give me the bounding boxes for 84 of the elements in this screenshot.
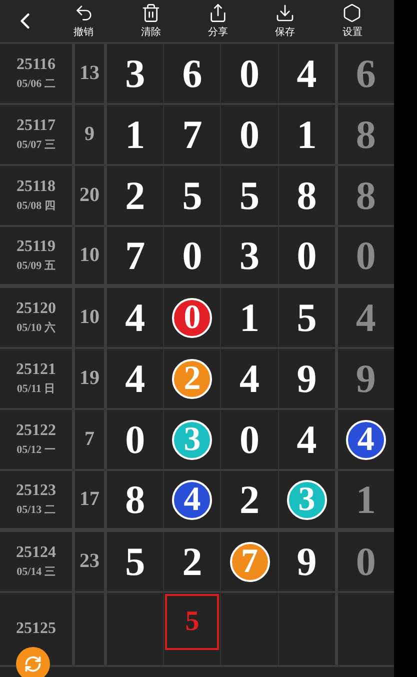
digit-ball: 4 xyxy=(346,420,386,460)
draw-date: 05/08 四 xyxy=(16,199,56,213)
issue-number: 25117 xyxy=(16,117,56,135)
digit: 0 xyxy=(240,111,260,158)
digit: 4 xyxy=(125,355,146,402)
digit: 2 xyxy=(182,538,202,585)
issue-number: 25120 xyxy=(16,300,56,318)
trash-icon xyxy=(140,3,161,23)
issue-number: 25119 xyxy=(16,238,56,256)
issue-number: 25122 xyxy=(16,422,56,440)
issue-number: 25123 xyxy=(16,482,56,500)
digit: 4 xyxy=(356,294,376,341)
sum-value: 9 xyxy=(84,123,94,146)
digit: 2 xyxy=(240,476,260,523)
issue-number: 25124 xyxy=(16,544,56,562)
digit: 0 xyxy=(356,538,376,585)
sum-value: 19 xyxy=(80,367,100,390)
draw-date: 05/13 二 xyxy=(16,503,56,517)
digit: 6 xyxy=(356,50,376,97)
digit: 4 xyxy=(296,416,317,463)
sum-value: 20 xyxy=(80,184,100,207)
digit: 0 xyxy=(182,232,202,279)
issue-number: 25121 xyxy=(16,361,56,379)
digit: 0 xyxy=(356,232,376,279)
digit: 5 xyxy=(125,538,146,585)
digit: 0 xyxy=(240,50,260,97)
share-button[interactable]: 分享 xyxy=(184,0,252,43)
issue-number: 25125 xyxy=(16,620,56,638)
draw-date: 05/07 三 xyxy=(16,138,56,152)
sum-value: 17 xyxy=(80,488,100,511)
settings-button[interactable]: 设置 xyxy=(318,0,386,43)
digit-ball: 3 xyxy=(286,480,327,520)
digit: 3 xyxy=(125,50,146,97)
digit: 3 xyxy=(240,232,260,279)
digit: 9 xyxy=(356,355,376,402)
digit: 9 xyxy=(296,355,317,402)
digit-ball: 3 xyxy=(172,420,212,460)
draw-date: 05/10 六 xyxy=(16,320,56,335)
digit: 1 xyxy=(240,294,260,341)
digit: 7 xyxy=(182,111,202,158)
sum-value: 7 xyxy=(84,428,94,451)
digit: 0 xyxy=(125,416,146,463)
save-button[interactable]: 保存 xyxy=(252,0,319,43)
digit: 0 xyxy=(240,416,260,463)
digit: 7 xyxy=(125,232,146,279)
undo-button[interactable]: 撤销 xyxy=(50,0,118,43)
draw-date: 05/06 二 xyxy=(16,77,56,91)
trash-button[interactable]: 清除 xyxy=(117,0,184,43)
digit-ball: 0 xyxy=(172,298,212,338)
sum-value: 10 xyxy=(80,306,100,329)
digit-ball: 2 xyxy=(172,358,212,398)
digit: 5 xyxy=(296,294,317,341)
digit: 0 xyxy=(296,232,317,279)
share-icon xyxy=(208,3,228,23)
sum-value: 10 xyxy=(80,244,100,267)
digit: 4 xyxy=(296,50,317,97)
digit: 1 xyxy=(296,111,317,158)
digit-ball: 4 xyxy=(172,480,212,520)
draw-date: 05/12 一 xyxy=(16,443,56,457)
issue-number: 25118 xyxy=(16,178,56,196)
sum-value: 23 xyxy=(80,550,100,573)
digit: 1 xyxy=(356,476,376,523)
digit: 9 xyxy=(296,538,317,585)
sum-value: 13 xyxy=(80,62,100,85)
digit: 5 xyxy=(182,172,202,219)
draw-date: 05/14 三 xyxy=(16,565,56,579)
digit: 1 xyxy=(125,111,146,158)
issue-number: 25116 xyxy=(16,56,56,74)
draw-date: 05/11 日 xyxy=(16,382,56,396)
digit-ball: 7 xyxy=(230,542,270,582)
digit: 6 xyxy=(182,50,202,97)
digit: 8 xyxy=(356,172,376,219)
settings-icon xyxy=(342,3,362,23)
digit: 8 xyxy=(296,172,317,219)
digit: 2 xyxy=(125,172,146,219)
digit: 5 xyxy=(240,172,260,219)
digit: 4 xyxy=(240,355,260,402)
undo-icon xyxy=(74,3,94,23)
digit: 8 xyxy=(356,111,376,158)
draw-date: 05/09 五 xyxy=(16,259,56,273)
digit: 4 xyxy=(125,294,146,341)
digit: 8 xyxy=(125,476,146,523)
refresh-icon xyxy=(24,655,42,673)
download-icon xyxy=(275,3,296,23)
